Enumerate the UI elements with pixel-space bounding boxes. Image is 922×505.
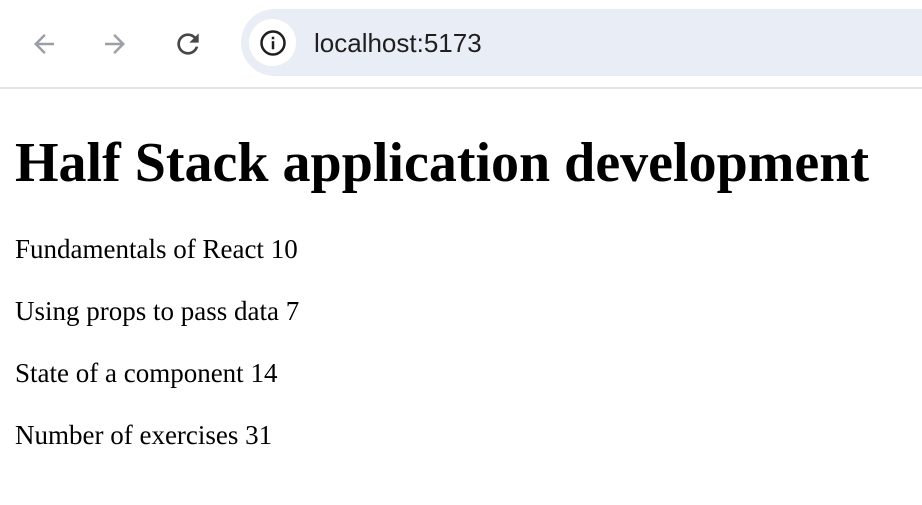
part-name: Using props to pass data bbox=[15, 296, 279, 326]
address-bar[interactable]: localhost:5173 bbox=[241, 9, 922, 76]
part-row: Using props to pass data 7 bbox=[15, 295, 299, 327]
site-info-button[interactable] bbox=[249, 19, 296, 66]
reload-button[interactable] bbox=[166, 22, 210, 66]
part-exercises: 14 bbox=[250, 358, 278, 388]
info-icon bbox=[259, 29, 286, 56]
forward-button[interactable] bbox=[93, 22, 137, 66]
page-title: Half Stack application development bbox=[15, 132, 870, 194]
url-text[interactable]: localhost:5173 bbox=[314, 27, 482, 59]
arrow-left-icon bbox=[34, 34, 54, 54]
total-row: Number of exercises 31 bbox=[15, 419, 272, 451]
arrow-right-icon bbox=[105, 34, 125, 54]
part-name: State of a component bbox=[15, 358, 244, 388]
total-label: Number of exercises bbox=[15, 420, 239, 450]
back-button[interactable] bbox=[22, 22, 66, 66]
part-row: State of a component 14 bbox=[15, 357, 277, 389]
part-exercises: 7 bbox=[285, 296, 300, 326]
part-exercises: 10 bbox=[270, 234, 298, 264]
part-name: Fundamentals of React bbox=[15, 234, 264, 264]
reload-icon bbox=[177, 33, 199, 55]
total-value: 31 bbox=[245, 420, 273, 450]
part-row: Fundamentals of React 10 bbox=[15, 233, 298, 265]
browser-toolbar: localhost:5173 bbox=[0, 0, 922, 89]
